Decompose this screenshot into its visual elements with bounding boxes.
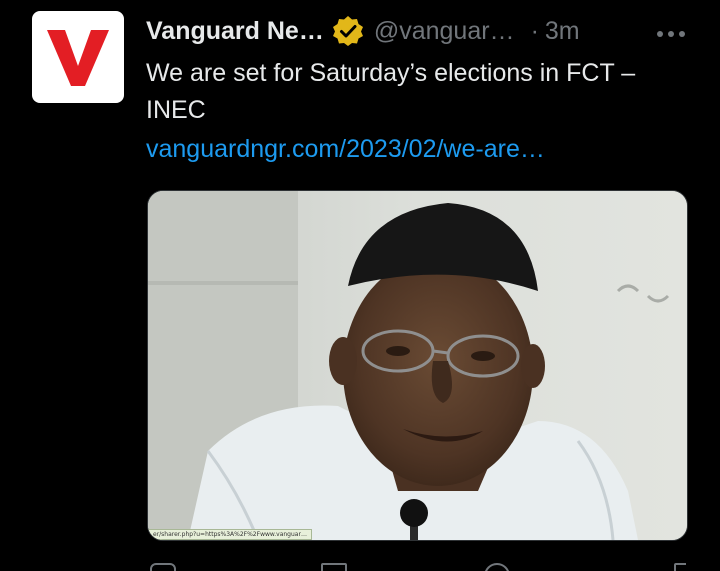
author-name[interactable]: Vanguard Ne… — [146, 17, 324, 46]
action-bar — [146, 560, 686, 571]
tweet[interactable]: Vanguard Ne… @vanguar… · 3m We are set f… — [0, 0, 720, 571]
tweet-text: We are set for Saturday’s elections in F… — [146, 59, 636, 124]
tweet-media-image[interactable]: er/sharer.php?u=https%3A%2F%2Fwww.vangua… — [147, 190, 688, 541]
reply-icon[interactable] — [150, 563, 176, 571]
inec-chairman-photo — [148, 191, 687, 540]
author-handle[interactable]: @vanguar… — [374, 17, 515, 46]
retweet-icon[interactable] — [321, 563, 347, 571]
vanguard-logo — [47, 30, 109, 86]
tweet-header: Vanguard Ne… @vanguar… · 3m — [146, 14, 686, 48]
verified-badge-icon[interactable] — [332, 15, 364, 47]
like-icon[interactable] — [484, 563, 510, 571]
share-icon[interactable] — [674, 563, 686, 571]
avatar[interactable] — [32, 11, 124, 103]
status-url-bar: er/sharer.php?u=https%3A%2F%2Fwww.vangua… — [148, 529, 312, 540]
tweet-link[interactable]: vanguardngr.com/2023/02/we-are… — [146, 131, 545, 168]
separator-dot: · — [530, 16, 539, 45]
more-options-icon[interactable] — [656, 26, 686, 37]
timestamp[interactable]: 3m — [545, 17, 580, 46]
